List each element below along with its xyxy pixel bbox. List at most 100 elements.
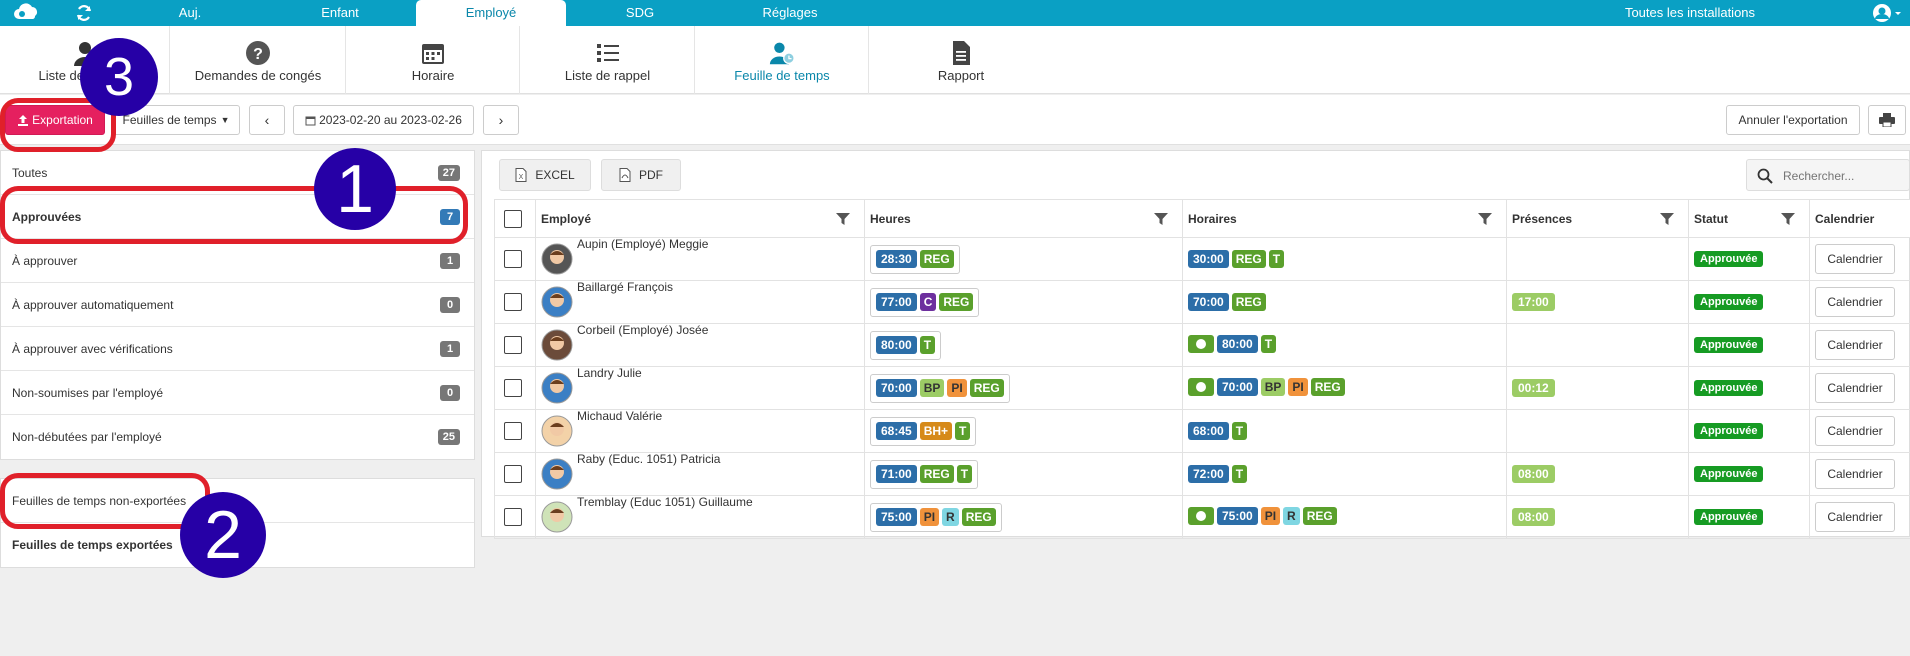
- filter-count-badge: 25: [437, 429, 460, 445]
- tab-enfant[interactable]: Enfant: [290, 0, 390, 26]
- tab-sdg[interactable]: SDG: [600, 0, 680, 26]
- filter-funnel-icon[interactable]: [836, 212, 850, 226]
- cancel-export-button[interactable]: Annuler l'exportation: [1726, 105, 1860, 135]
- schedule-toggle-icon[interactable]: [1188, 506, 1214, 525]
- hours-box[interactable]: 75:00 PI R REG: [870, 502, 1002, 532]
- calendar-button[interactable]: Calendrier: [1815, 416, 1895, 446]
- employee-cell[interactable]: Tremblay (Educ 1051) Guillaume: [535, 495, 865, 539]
- filter-a-approuver[interactable]: À approuver 1: [1, 239, 474, 283]
- date-range-picker[interactable]: 2023-02-20 au 2023-02-26: [293, 105, 474, 135]
- installations-selector[interactable]: Toutes les installations: [1590, 0, 1790, 26]
- hours-box[interactable]: 70:00 BP PI REG: [870, 373, 1010, 403]
- prev-week-button[interactable]: ‹: [249, 105, 285, 135]
- filter-approuvees[interactable]: Approuvées 7: [1, 195, 474, 239]
- hours-box[interactable]: 68:45 BH+ T: [870, 416, 977, 446]
- hours-cell[interactable]: 71:00 REG T: [864, 452, 1183, 496]
- filter-toutes[interactable]: Toutes 27: [1, 151, 474, 195]
- excel-export-button[interactable]: X EXCEL: [499, 159, 591, 191]
- pdf-export-button[interactable]: PDF: [601, 159, 681, 191]
- filter-a-approuver-auto[interactable]: À approuver automatiquement 0: [1, 283, 474, 327]
- calendar-button[interactable]: Calendrier: [1815, 373, 1895, 403]
- select-all-checkbox[interactable]: [504, 209, 522, 228]
- hours-box[interactable]: 28:30 REG: [870, 244, 960, 274]
- avatar: [541, 501, 573, 533]
- status-cell: Approuvée: [1688, 323, 1810, 367]
- row-checkbox[interactable]: [504, 422, 522, 440]
- next-week-button[interactable]: ›: [483, 105, 519, 135]
- employee-cell[interactable]: Michaud Valérie: [535, 409, 865, 453]
- subtab-horaire[interactable]: Horaire: [347, 26, 520, 94]
- calendar-button[interactable]: Calendrier: [1815, 330, 1895, 360]
- column-header-employe[interactable]: Employé: [535, 199, 865, 238]
- table-row[interactable]: Tremblay (Educ 1051) Guillaume 75:00 PI R R…: [494, 495, 1910, 539]
- schedule-tags: 68:00 T: [1188, 422, 1248, 440]
- hours-cell[interactable]: 68:45 BH+ T: [864, 409, 1183, 453]
- calendar-button[interactable]: Calendrier: [1815, 502, 1895, 532]
- filter-non-soumises[interactable]: Non-soumises par l'employé 0: [1, 371, 474, 415]
- table-row[interactable]: Michaud Valérie 68:45 BH+ T 68:00 T Approuv…: [494, 409, 1910, 453]
- hour-code-tag: BH+: [919, 422, 953, 440]
- filter-funnel-icon[interactable]: [1660, 212, 1674, 226]
- excel-label: EXCEL: [535, 168, 575, 182]
- sync-icon[interactable]: [74, 3, 94, 23]
- filter-funnel-icon[interactable]: [1781, 212, 1795, 226]
- row-checkbox[interactable]: [504, 379, 522, 397]
- table-row[interactable]: Baillargé François 77:00 C REG 70:00 REG 17…: [494, 280, 1910, 324]
- hours-cell[interactable]: 70:00 BP PI REG: [864, 366, 1183, 410]
- table-body: Aupin (Employé) Meggie 28:30 REG 30:00 REG…: [494, 237, 1910, 539]
- row-checkbox[interactable]: [504, 250, 522, 268]
- calendar-button[interactable]: Calendrier: [1815, 287, 1895, 317]
- schedule-total: 70:00: [1188, 293, 1229, 311]
- subtab-rapport[interactable]: Rapport: [870, 26, 1052, 94]
- print-button[interactable]: [1868, 105, 1906, 135]
- column-header-presences[interactable]: Présences: [1506, 199, 1689, 238]
- schedule-toggle-icon[interactable]: [1188, 377, 1214, 396]
- hours-box[interactable]: 77:00 C REG: [870, 287, 980, 317]
- presence-badge: 17:00: [1512, 293, 1555, 311]
- filter-funnel-icon[interactable]: [1154, 212, 1168, 226]
- search-box[interactable]: [1746, 159, 1910, 191]
- row-checkbox[interactable]: [504, 508, 522, 526]
- hours-cell[interactable]: 77:00 C REG: [864, 280, 1183, 324]
- employee-cell[interactable]: Corbeil (Employé) Josée: [535, 323, 865, 367]
- filter-non-debutees[interactable]: Non-débutées par l'employé 25: [1, 415, 474, 459]
- export-button[interactable]: Exportation: [5, 105, 105, 135]
- employee-cell[interactable]: Aupin (Employé) Meggie: [535, 237, 865, 281]
- column-header-horaires[interactable]: Horaires: [1182, 199, 1507, 238]
- calendar-button[interactable]: Calendrier: [1815, 244, 1895, 274]
- row-checkbox[interactable]: [504, 293, 522, 311]
- hours-cell[interactable]: 80:00 T: [864, 323, 1183, 367]
- row-checkbox[interactable]: [504, 336, 522, 354]
- column-header-heures[interactable]: Heures: [864, 199, 1183, 238]
- filter-a-approuver-verif[interactable]: À approuver avec vérifications 1: [1, 327, 474, 371]
- column-header-calendrier: Calendrier: [1809, 199, 1910, 238]
- table-row[interactable]: Landry Julie 70:00 BP PI REG 70:00 BP PI REG 0…: [494, 366, 1910, 410]
- hour-code-tag: REG: [939, 293, 974, 311]
- calendar-button[interactable]: Calendrier: [1815, 459, 1895, 489]
- schedule-toggle-icon[interactable]: [1188, 334, 1214, 353]
- filter-funnel-icon[interactable]: [1478, 212, 1492, 226]
- hours-box[interactable]: 71:00 REG T: [870, 459, 979, 489]
- schedule-cell: 80:00 T: [1182, 323, 1507, 367]
- table-row[interactable]: Aupin (Employé) Meggie 28:30 REG 30:00 REG…: [494, 237, 1910, 281]
- hours-cell[interactable]: 28:30 REG: [864, 237, 1183, 281]
- subtab-feuille-temps[interactable]: Feuille de temps: [696, 26, 869, 94]
- filter-label: À approuver automatiquement: [12, 298, 174, 312]
- subtab-demandes-conges[interactable]: ? Demandes de congés: [171, 26, 346, 94]
- tab-employe[interactable]: Employé: [416, 0, 566, 26]
- hours-cell[interactable]: 75:00 PI R REG: [864, 495, 1183, 539]
- search-input[interactable]: [1783, 166, 1903, 186]
- column-header-statut[interactable]: Statut: [1688, 199, 1810, 238]
- cloud-logo-icon[interactable]: [12, 3, 42, 23]
- employee-cell[interactable]: Baillargé François: [535, 280, 865, 324]
- user-menu-icon[interactable]: [1870, 3, 1904, 23]
- table-row[interactable]: Corbeil (Employé) Josée 80:00 T 80:00 T Ap…: [494, 323, 1910, 367]
- employee-cell[interactable]: Landry Julie: [535, 366, 865, 410]
- table-row[interactable]: Raby (Educ. 1051) Patricia 71:00 REG T 72:…: [494, 452, 1910, 496]
- hours-box[interactable]: 80:00 T: [870, 330, 942, 360]
- tab-auj[interactable]: Auj.: [150, 0, 230, 26]
- subtab-liste-rappel[interactable]: Liste de rappel: [521, 26, 695, 94]
- row-checkbox[interactable]: [504, 465, 522, 483]
- tab-reglages[interactable]: Réglages: [740, 0, 840, 26]
- employee-cell[interactable]: Raby (Educ. 1051) Patricia: [535, 452, 865, 496]
